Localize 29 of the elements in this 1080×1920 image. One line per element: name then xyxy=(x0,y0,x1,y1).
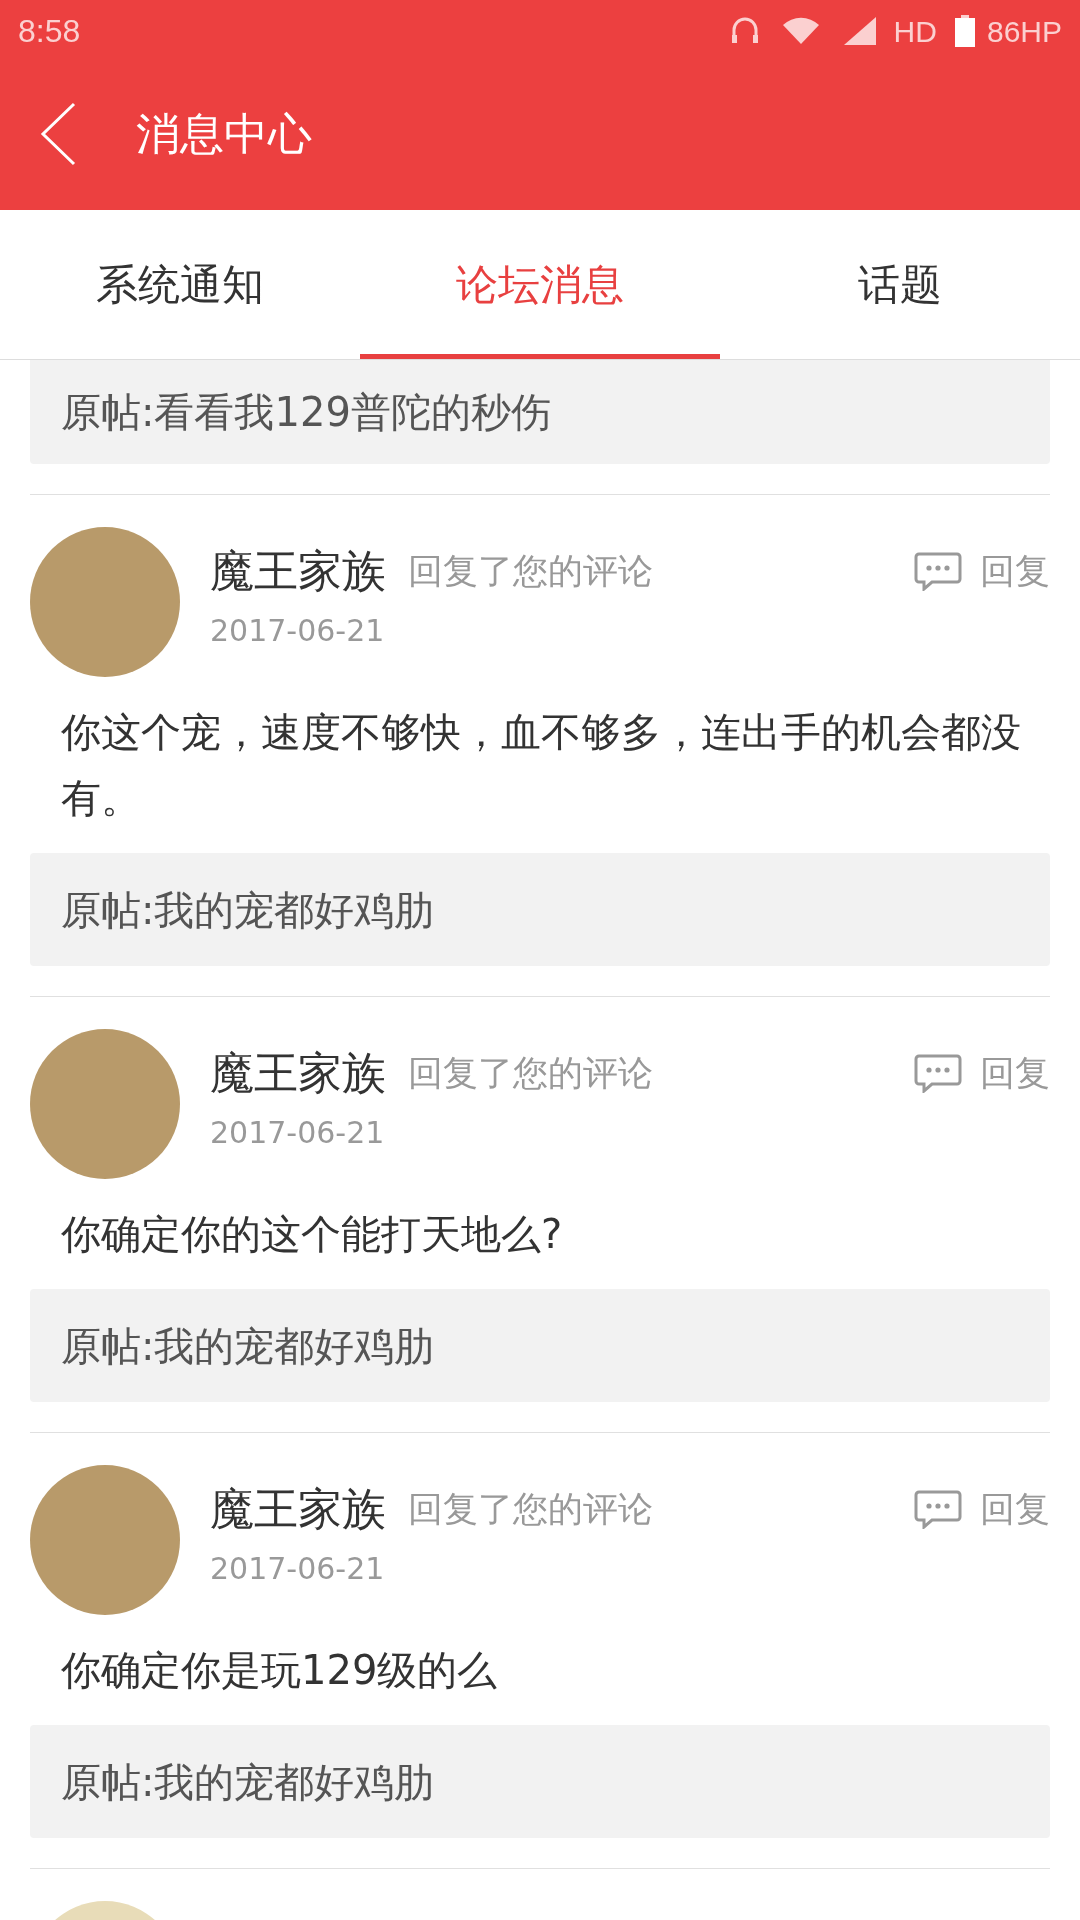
wifi-icon xyxy=(781,17,820,45)
original-post-box[interactable]: 原帖:我的宠都好鸡肋 xyxy=(30,1289,1050,1402)
reply-action-text: 回复了您的评论 xyxy=(408,1052,653,1095)
message-date: 2017-06-21 xyxy=(210,1115,385,1151)
headset-icon xyxy=(729,16,760,46)
reply-action-text: 回复了您的评论 xyxy=(408,1488,653,1531)
battery-level: 86HP xyxy=(986,13,1062,50)
original-post-box[interactable]: 原帖:看看我129普陀的秒伤 xyxy=(30,360,1050,464)
user-name[interactable]: 魔王家族 xyxy=(210,1483,386,1535)
message-content: 你确定你的这个能打天地么? xyxy=(60,1210,564,1259)
network-type: HD xyxy=(893,13,937,50)
message-date: 2017-06-21 xyxy=(210,613,385,649)
original-post-box[interactable]: 原帖:我的宠都好鸡肋 xyxy=(30,853,1050,966)
tab[interactable]: 系统通知 xyxy=(0,210,360,359)
message-date: 2017-06-21 xyxy=(210,1551,385,1587)
page-title: 消息中心 xyxy=(136,107,312,161)
user-name[interactable]: 魔王家族 xyxy=(210,1047,386,1099)
original-post-box[interactable]: 原帖:我的宠都好鸡肋 xyxy=(30,1725,1050,1838)
user-name[interactable]: 魔王家族 xyxy=(210,545,386,597)
status-time: 8:58 xyxy=(18,12,81,51)
comment-icon xyxy=(914,1489,962,1529)
reply-action-text: 回复了您的评论 xyxy=(408,550,653,593)
comment-icon xyxy=(914,551,962,591)
back-icon xyxy=(38,101,78,167)
tab[interactable]: 话题 xyxy=(720,210,1080,359)
message-content: 你这个宠，速度不够快，血不够多，连出手的机会都没有。 xyxy=(60,708,1022,823)
battery-icon xyxy=(954,15,975,47)
comment-icon xyxy=(914,1053,962,1093)
message-content: 你确定你是玩129级的么 xyxy=(60,1646,499,1695)
